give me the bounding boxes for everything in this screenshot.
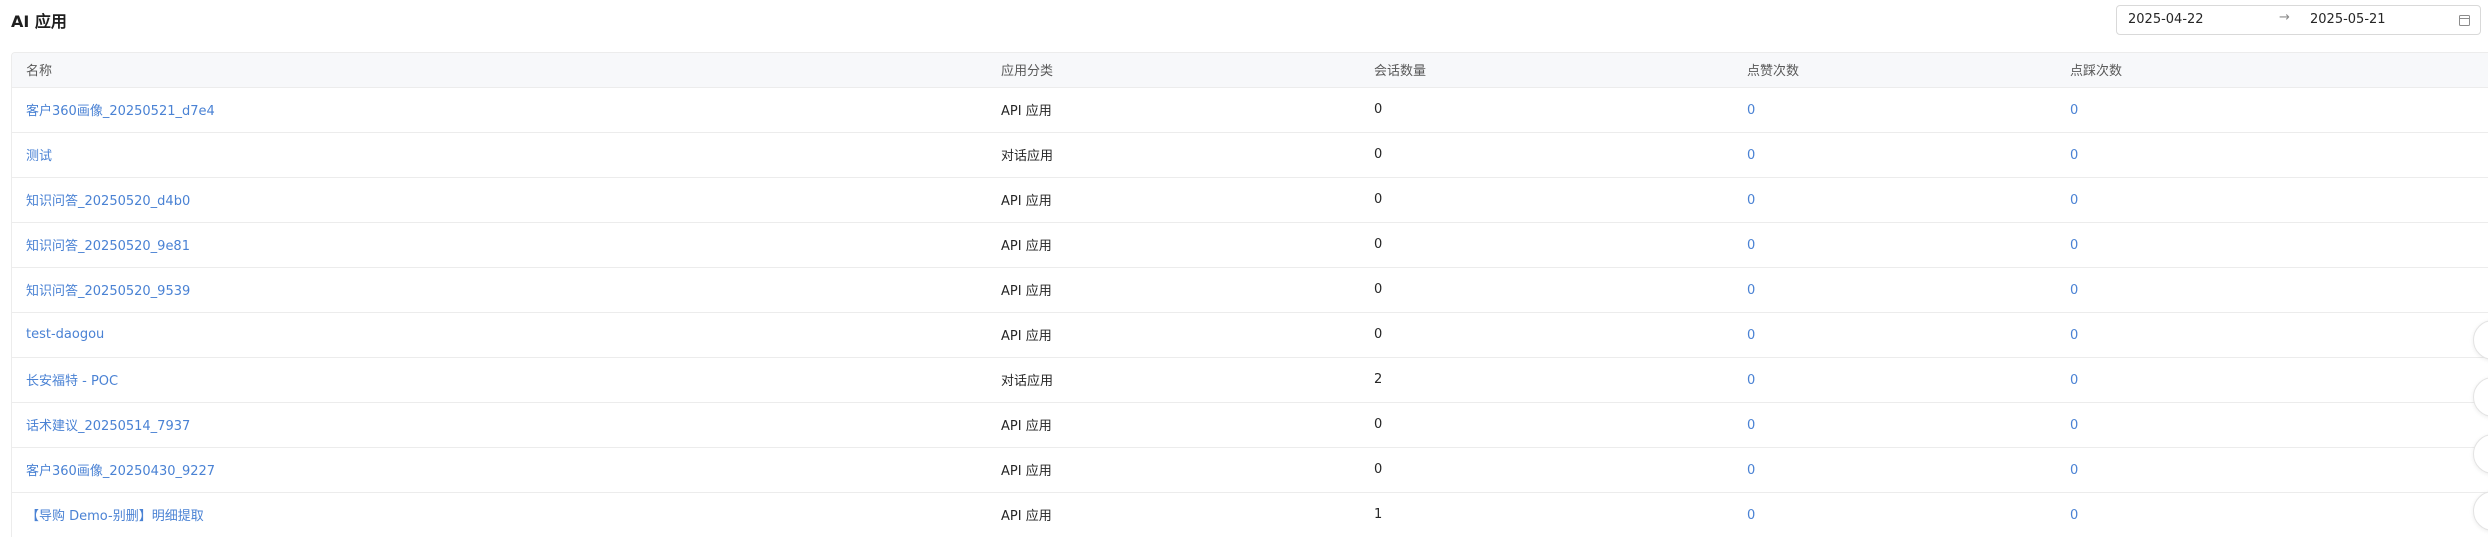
app-category: API 应用 [987, 312, 1360, 358]
app-name-link[interactable]: 知识问答_20250520_9539 [12, 267, 987, 313]
table-row: 客户360画像_20250521_d7e4 API 应用 0 0 0 [12, 87, 2488, 133]
like-count-link[interactable]: 0 [1733, 492, 2056, 537]
app-name-link[interactable]: 话术建议_20250514_7937 [12, 402, 987, 448]
session-count: 0 [1360, 402, 1733, 448]
app-category: API 应用 [987, 447, 1360, 493]
calendar-icon[interactable] [2459, 15, 2470, 26]
like-count-link[interactable]: 0 [1733, 87, 2056, 133]
like-count-link[interactable]: 0 [1733, 312, 2056, 358]
app-category: 对话应用 [987, 357, 1360, 403]
dislike-count-link[interactable]: 0 [2056, 402, 2488, 448]
session-count: 2 [1360, 357, 1733, 403]
dislike-count-link[interactable]: 0 [2056, 447, 2488, 493]
session-count: 0 [1360, 267, 1733, 313]
column-header-dislikes: 点踩次数 [2056, 53, 2488, 88]
page-title: AI 应用 [11, 12, 67, 31]
dislike-count-link[interactable]: 0 [2056, 492, 2488, 537]
table-row: 测试 对话应用 0 0 0 [12, 132, 2488, 178]
table-row: 知识问答_20250520_9539 API 应用 0 0 0 [12, 267, 2488, 313]
column-header-sessions: 会话数量 [1360, 53, 1733, 88]
like-count-link[interactable]: 0 [1733, 222, 2056, 268]
table-row: 知识问答_20250520_d4b0 API 应用 0 0 0 [12, 177, 2488, 223]
dislike-count-link[interactable]: 0 [2056, 132, 2488, 178]
app-category: API 应用 [987, 492, 1360, 537]
date-range-picker[interactable]: 2025-04-22 → 2025-05-21 [2116, 5, 2481, 35]
dislike-count-link[interactable]: 0 [2056, 357, 2488, 403]
app-category: API 应用 [987, 222, 1360, 268]
session-count: 1 [1360, 492, 1733, 537]
app-name-link[interactable]: 长安福特 - POC [12, 357, 987, 403]
date-range-separator: → [2279, 10, 2290, 25]
column-header-name: 名称 [12, 53, 987, 88]
ai-apps-page: AI 应用 2025-04-22 → 2025-05-21 名称 应用分类 会话… [0, 0, 2488, 537]
column-header-category: 应用分类 [987, 53, 1360, 88]
column-header-likes: 点赞次数 [1733, 53, 2056, 88]
table-row: 话术建议_20250514_7937 API 应用 0 0 0 [12, 402, 2488, 448]
apps-table: 名称 应用分类 会话数量 点赞次数 点踩次数 客户360画像_20250521_… [11, 52, 2488, 537]
session-count: 0 [1360, 222, 1733, 268]
app-name-link[interactable]: 客户360画像_20250430_9227 [12, 447, 987, 493]
app-name-link[interactable]: test-daogou [12, 312, 987, 358]
session-count: 0 [1360, 177, 1733, 223]
table-row: 客户360画像_20250430_9227 API 应用 0 0 0 [12, 447, 2488, 493]
app-name-link[interactable]: 知识问答_20250520_9e81 [12, 222, 987, 268]
app-category: API 应用 [987, 177, 1360, 223]
like-count-link[interactable]: 0 [1733, 447, 2056, 493]
like-count-link[interactable]: 0 [1733, 357, 2056, 403]
session-count: 0 [1360, 447, 1733, 493]
app-name-link[interactable]: 知识问答_20250520_d4b0 [12, 177, 987, 223]
table-row: 【导购 Demo-别删】明细提取 API 应用 1 0 0 [12, 492, 2488, 537]
date-range-end[interactable]: 2025-05-21 [2310, 12, 2386, 27]
dislike-count-link[interactable]: 0 [2056, 222, 2488, 268]
session-count: 0 [1360, 87, 1733, 133]
dislike-count-link[interactable]: 0 [2056, 87, 2488, 133]
table-row: 长安福特 - POC 对话应用 2 0 0 [12, 357, 2488, 403]
like-count-link[interactable]: 0 [1733, 132, 2056, 178]
session-count: 0 [1360, 132, 1733, 178]
app-category: API 应用 [987, 402, 1360, 448]
app-name-link[interactable]: 客户360画像_20250521_d7e4 [12, 87, 987, 133]
app-category: 对话应用 [987, 132, 1360, 178]
table-header-row: 名称 应用分类 会话数量 点赞次数 点踩次数 [12, 53, 2488, 88]
dislike-count-link[interactable]: 0 [2056, 267, 2488, 313]
app-name-link[interactable]: 测试 [12, 132, 987, 178]
dislike-count-link[interactable]: 0 [2056, 177, 2488, 223]
app-name-link[interactable]: 【导购 Demo-别删】明细提取 [12, 492, 987, 537]
dislike-count-link[interactable]: 0 [2056, 312, 2488, 358]
table-row: 知识问答_20250520_9e81 API 应用 0 0 0 [12, 222, 2488, 268]
app-category: API 应用 [987, 267, 1360, 313]
like-count-link[interactable]: 0 [1733, 177, 2056, 223]
app-category: API 应用 [987, 87, 1360, 133]
date-range-start[interactable]: 2025-04-22 [2128, 12, 2204, 27]
session-count: 0 [1360, 312, 1733, 358]
like-count-link[interactable]: 0 [1733, 267, 2056, 313]
like-count-link[interactable]: 0 [1733, 402, 2056, 448]
table-row: test-daogou API 应用 0 0 0 [12, 312, 2488, 358]
